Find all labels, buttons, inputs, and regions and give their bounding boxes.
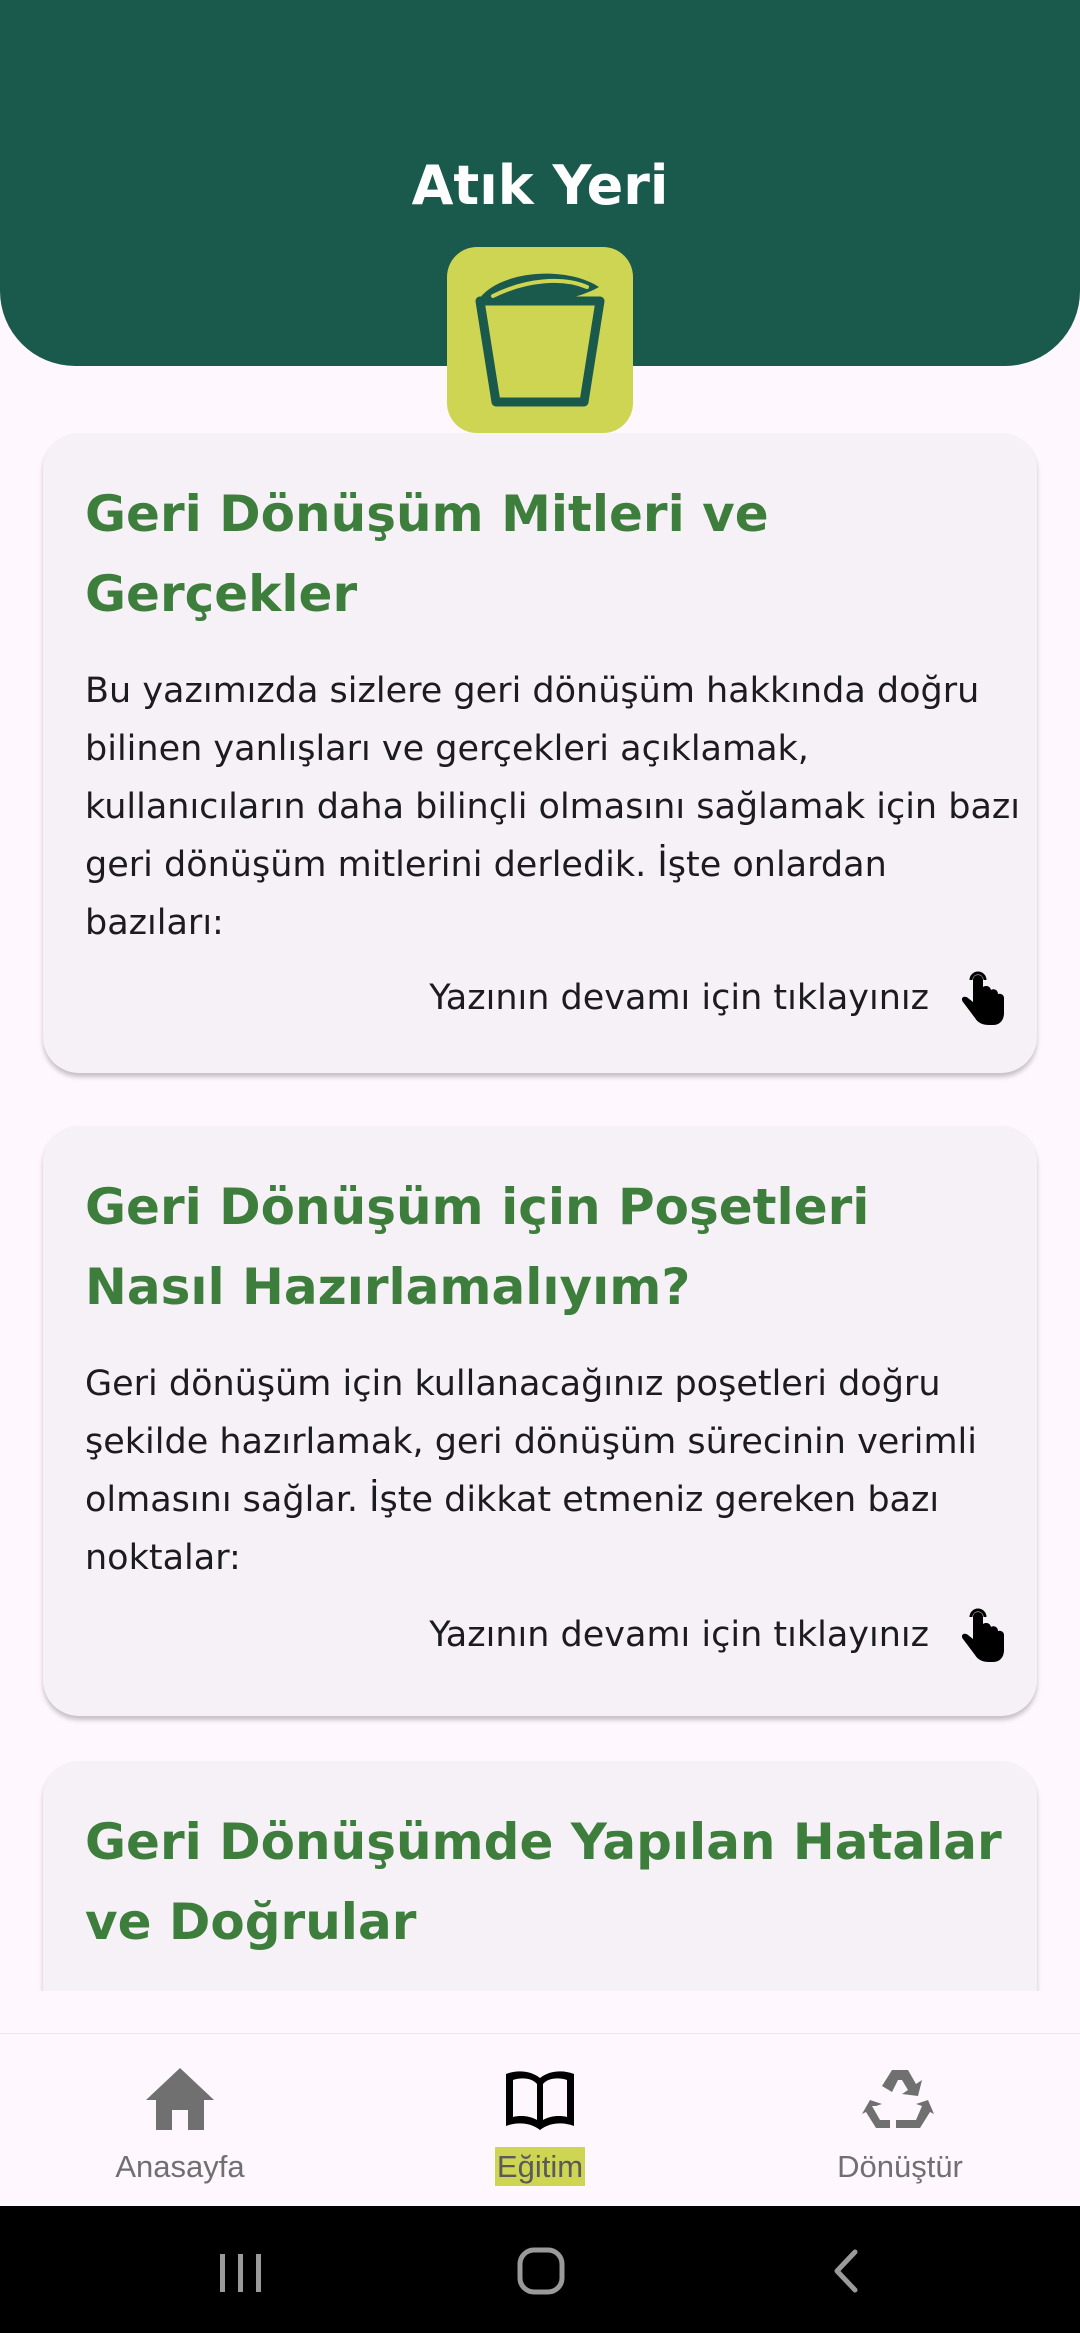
tap-hand-icon [961,1608,1004,1662]
article-card[interactable]: Geri Dönüşüm Mitleri ve Gerçekler Bu yaz… [43,433,1037,1073]
app-logo [447,247,633,433]
system-home-button[interactable] [470,2206,610,2333]
recent-apps-button[interactable] [170,2206,310,2333]
articles-list[interactable]: Geri Dönüşüm Mitleri ve Gerçekler Bu yaz… [0,433,1080,1991]
home-icon [146,2068,214,2130]
bottom-navigation: Anasayfa Eğitim Dönüştür [0,2033,1080,2207]
nav-label: Dönüştür [837,2149,963,2184]
nav-item-home[interactable]: Anasayfa [0,2034,360,2207]
back-icon [834,2249,858,2293]
nav-item-convert[interactable]: Dönüştür [720,2034,1080,2207]
system-navigation-bar [0,2206,1080,2333]
system-back-button[interactable] [775,2206,915,2333]
read-more-link[interactable]: Yazının devamı için tıklayınız [429,963,1007,1033]
leaf-bucket-icon [475,273,605,407]
recent-apps-icon [220,2254,261,2292]
article-title: Geri Dönüşüm Mitleri ve Gerçekler [85,485,769,623]
article-excerpt: Geri dönüşüm için kullanacağınız poşetle… [85,1364,977,1578]
nav-label: Eğitim [494,2147,586,2186]
nav-label: Anasayfa [115,2149,245,2184]
nav-item-education[interactable]: Eğitim [360,2034,720,2207]
app-title: Atık Yeri [411,154,669,217]
article-title: Geri Dönüşümde Yapılan Hatalar ve Doğrul… [85,1813,1002,1951]
read-more-label: Yazının devamı için tıklayınız [429,978,929,1018]
read-more-label: Yazının devamı için tıklayınız [429,1615,929,1655]
home-button-icon [517,2247,565,2295]
article-title: Geri Dönüşüm için Poşetleri Nasıl Hazırl… [85,1178,870,1316]
recycle-icon [862,2070,934,2128]
article-excerpt: Bu yazımızda sizlere geri dönüşüm hakkın… [85,671,1020,943]
tap-hand-icon [961,971,1004,1025]
book-icon [506,2071,574,2130]
article-card[interactable]: Geri Dönüşüm için Poşetleri Nasıl Hazırl… [43,1126,1037,1716]
read-more-link[interactable]: Yazının devamı için tıklayınız [429,1600,1007,1670]
article-card[interactable]: Geri Dönüşümde Yapılan Hatalar ve Doğrul… [43,1761,1037,1991]
